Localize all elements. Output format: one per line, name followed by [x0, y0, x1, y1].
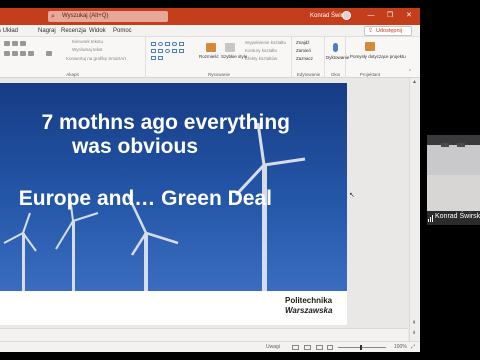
find-button[interactable]: Znajdź	[296, 40, 310, 46]
designer-icon	[365, 42, 375, 51]
reading-view-icon[interactable]	[316, 345, 323, 350]
smartart-button[interactable]: Konwertuj na grafikę SmartArt	[66, 56, 126, 62]
shape-oval-icon[interactable]	[158, 42, 163, 46]
numbering-icon[interactable]	[12, 41, 18, 46]
zoom-slider[interactable]	[338, 347, 386, 348]
justify-icon[interactable]	[28, 51, 34, 56]
tab-review[interactable]: Recenzja	[61, 27, 86, 35]
close-button[interactable]: ✕	[404, 11, 414, 21]
columns-icon[interactable]	[46, 51, 52, 56]
normal-view-icon[interactable]	[292, 345, 299, 350]
align-left-icon[interactable]	[4, 51, 10, 56]
tab-record[interactable]: Nagraj	[38, 27, 56, 35]
share-label: Udostępnij	[376, 28, 402, 34]
shape-circle-icon[interactable]	[165, 49, 170, 53]
avatar[interactable]	[342, 11, 351, 20]
editor-area: 7 mothns ago everything was obvious Euro…	[0, 78, 420, 341]
shape-square-icon[interactable]	[165, 42, 170, 46]
group-label-designer: Projektant	[359, 72, 381, 77]
tab-help[interactable]: Pomoc	[113, 27, 132, 35]
indent-icon[interactable]	[20, 41, 26, 46]
bullets-icon[interactable]	[4, 41, 10, 46]
logo-line2: Warszawska	[285, 306, 333, 315]
slide-title-line1: 7 mothns ago everything	[41, 111, 290, 134]
slide-sorter-icon[interactable]	[304, 345, 311, 350]
title-bar: ⌕ Wyszukaj (Alt+Q) Konrad Świrski — ❐ ✕	[0, 8, 420, 25]
fit-to-window-icon[interactable]: ⤢	[411, 344, 415, 351]
align-right-icon[interactable]	[20, 51, 26, 56]
group-editing: Znajdź Zamień Zaznacz Edytowanie	[293, 37, 325, 78]
signal-bars-icon	[428, 215, 433, 222]
shape-callout-icon[interactable]	[179, 49, 184, 53]
shape-effects-button[interactable]: Efekty kształtów	[245, 56, 277, 62]
university-logo: Politechnika Warszawska	[285, 296, 332, 316]
shape-arrow-icon[interactable]	[158, 49, 163, 53]
zoom-slider-thumb[interactable]	[360, 345, 362, 350]
collapse-ribbon-icon[interactable]: ⌃	[408, 69, 412, 75]
tab-layout[interactable]: s Układ	[0, 27, 18, 35]
group-label-drawing: Rysowanie	[207, 72, 230, 77]
search-icon: ⌕	[51, 13, 55, 20]
scroll-up-icon[interactable]: ▲	[412, 79, 417, 85]
ribbon-tabs: s Układ Nagraj Recenzja Widok Pomoc ⇪ Ud…	[0, 25, 420, 37]
arrange-icon	[206, 43, 216, 52]
search-placeholder: Wyszukaj (Alt+Q)	[62, 13, 109, 19]
slide[interactable]: 7 mothns ago everything was obvious Euro…	[0, 83, 347, 325]
vertical-scrollbar[interactable]: ▲ ⇞ ⇟	[409, 78, 420, 341]
notes-pane[interactable]	[0, 328, 408, 341]
scroll-next-icon[interactable]: ⇟	[412, 330, 416, 336]
dictate-button[interactable]: Dyktowanie	[326, 55, 349, 61]
scroll-prev-icon[interactable]: ⇞	[412, 320, 416, 326]
shape-rounded-icon[interactable]	[172, 42, 177, 46]
shape-rect-icon[interactable]	[151, 42, 156, 46]
quick-styles-button[interactable]: Szybkie style	[221, 54, 247, 60]
status-bar: Uwagi 100% ⤢	[0, 341, 420, 352]
align-text-button[interactable]: Wyrównaj tekst	[72, 47, 102, 53]
group-voice: Dyktowanie Głos	[326, 37, 349, 78]
slide-title-line2: was obvious	[71, 135, 198, 158]
replace-button[interactable]: Zamień	[296, 48, 311, 54]
search-box[interactable]: ⌕ Wyszukaj (Alt+Q)	[48, 11, 168, 22]
group-label-voice: Głos	[330, 72, 341, 77]
logo-line1: Politechnika	[285, 296, 333, 305]
restore-button[interactable]: ❐	[385, 11, 395, 21]
share-icon: ⇪	[368, 28, 374, 34]
shape-outline-button[interactable]: Kontury kształtu	[245, 48, 277, 54]
group-designer: Pomysły dotyczące projektu Projektant	[347, 37, 406, 78]
notes-button[interactable]: Uwagi	[266, 344, 280, 351]
participant-video	[427, 135, 480, 211]
group-label-editing: Edytowanie	[296, 72, 321, 77]
quick-styles-icon	[225, 43, 235, 52]
microphone-icon	[333, 43, 338, 52]
powerpoint-window: ⌕ Wyszukaj (Alt+Q) Konrad Świrski — ❐ ✕ …	[0, 8, 420, 352]
participant-name: Konrad Świrski	[435, 213, 480, 220]
design-ideas-button[interactable]: Pomysły dotyczące projektu	[350, 54, 406, 59]
slideshow-icon[interactable]	[327, 345, 333, 350]
shape-triangle-icon[interactable]	[151, 49, 156, 53]
slide-subtitle: Europe and… Green Deal	[18, 187, 272, 210]
group-drawing: Rozmieść Szybkie style Wypełnienie kszta…	[147, 37, 292, 78]
zoom-level[interactable]: 100%	[394, 344, 407, 351]
ribbon: Kierunek tekstu Wyrównaj tekst Konwertuj…	[0, 37, 420, 78]
minimize-button[interactable]: —	[366, 11, 376, 21]
align-center-icon[interactable]	[12, 51, 18, 56]
shape-line-icon[interactable]	[179, 42, 184, 46]
shape-fill-button[interactable]: Wypełnienie kształtu	[245, 40, 286, 46]
participant-tile[interactable]: Konrad Świrski	[427, 135, 480, 225]
arrange-button[interactable]: Rozmieść	[199, 54, 219, 60]
select-button[interactable]: Zaznacz	[296, 56, 313, 62]
shape-heart-icon[interactable]	[158, 56, 163, 60]
text-direction-button[interactable]: Kierunek tekstu	[72, 39, 103, 45]
group-label-paragraph: Akapit	[66, 72, 79, 77]
share-button[interactable]: ⇪ Udostępnij	[364, 26, 412, 36]
shape-brace-icon[interactable]	[151, 56, 156, 60]
group-paragraph: Kierunek tekstu Wyrównaj tekst Konwertuj…	[0, 37, 146, 78]
shape-star-icon[interactable]	[172, 49, 177, 53]
mouse-cursor-icon: ↖	[349, 192, 355, 199]
tab-view[interactable]: Widok	[89, 27, 106, 35]
